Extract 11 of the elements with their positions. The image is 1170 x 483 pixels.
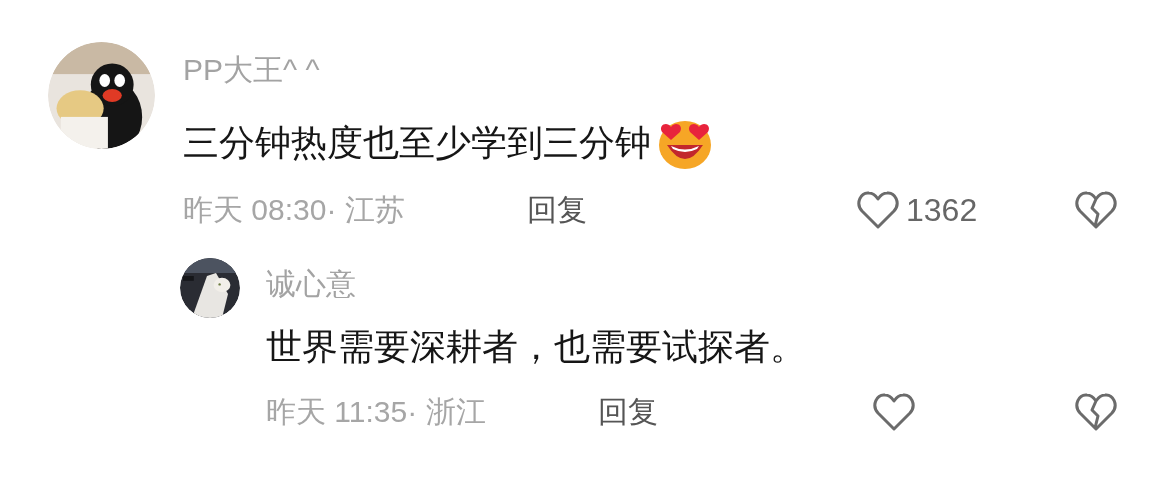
comment-text: 世界需要深耕者，也需要试探者。 <box>266 324 806 369</box>
reply-button[interactable]: 回复 <box>527 189 587 231</box>
heart-icon[interactable] <box>856 190 900 230</box>
timestamp: 昨天 11:35· 浙江 <box>266 393 487 430</box>
like-count: 1362 <box>906 191 978 229</box>
broken-heart-icon[interactable] <box>1074 190 1118 230</box>
comment-text: 三分钟热度也至少学到三分钟 <box>183 120 651 165</box>
timestamp: 昨天 08:30· 江苏 <box>183 191 406 228</box>
heart-icon[interactable] <box>872 392 916 432</box>
reply-button[interactable]: 回复 <box>598 391 658 433</box>
broken-heart-icon[interactable] <box>1074 392 1118 432</box>
